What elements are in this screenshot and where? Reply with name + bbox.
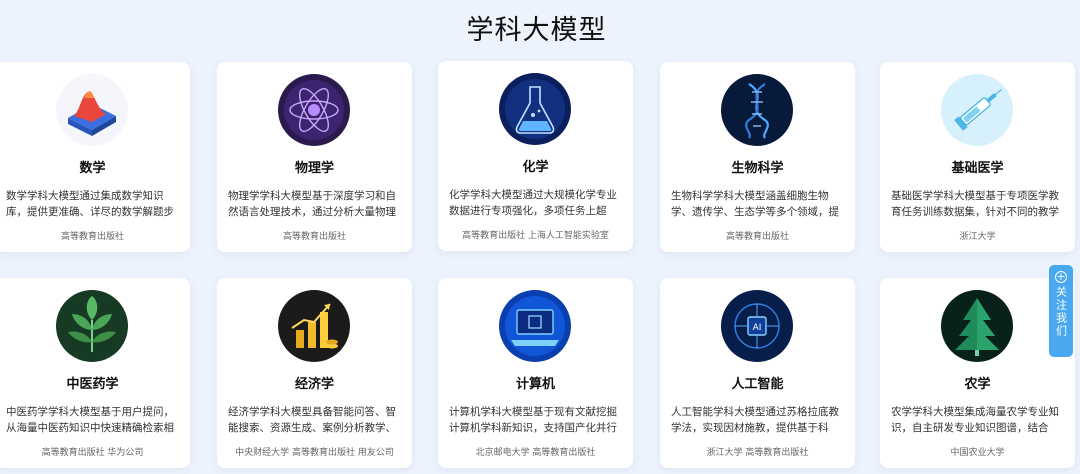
- card-publisher: 高等教育出版社 华为公司: [41, 448, 144, 458]
- card-publisher: 中央财经大学 高等教育出版社 用友公司: [235, 448, 394, 458]
- card-title: 经济学: [294, 377, 334, 392]
- card-economics[interactable]: 经济学 经济学学科大模型具备智能问答、智能搜索、资源生成、案例分析教学、报...…: [217, 278, 412, 468]
- card-publisher: 北京邮电大学 高等教育出版社: [475, 448, 596, 458]
- card-description: 经济学学科大模型具备智能问答、智能搜索、资源生成、案例分析教学、报...: [228, 406, 396, 434]
- card-publisher: 高等教育出版社: [282, 232, 346, 242]
- card-title: 计算机: [515, 377, 555, 392]
- card-agriculture[interactable]: 农学 农学学科大模型集成海量农学专业知识，自主研发专业知识图谱，结合思... 中…: [880, 278, 1075, 468]
- card-description: 生物科学学科大模型涵盖细胞生物学、遗传学、生态学等多个领域，提供全...: [671, 190, 839, 218]
- tree-icon: [941, 290, 1013, 362]
- coins-chart-icon: [278, 290, 350, 362]
- card-description: 化学学科大模型通过大规模化学专业数据进行专项强化，多项任务上超越...: [449, 189, 617, 217]
- leaf-icon: [56, 290, 128, 362]
- card-computer[interactable]: 计算机 计算机学科大模型基于现有文献挖掘计算机学科新知识，支持国产化并行开...…: [438, 278, 633, 468]
- card-description: 农学学科大模型集成海量农学专业知识，自主研发专业知识图谱，结合思...: [891, 406, 1059, 434]
- math-surface-icon: [56, 74, 128, 146]
- card-physics[interactable]: 物理学 物理学学科大模型基于深度学习和自然语言处理技术，通过分析大量物理学...…: [217, 62, 412, 252]
- card-description: 计算机学科大模型基于现有文献挖掘计算机学科新知识，支持国产化并行开...: [449, 406, 617, 434]
- card-description: 数学学科大模型通过集成数学知识库，提供更准确、详尽的数学解题步骤和...: [6, 190, 174, 218]
- card-description: 中医药学学科大模型基于用户提问，从海量中医药知识中快速精确检索相关...: [6, 406, 174, 434]
- card-title: 基础医学: [951, 161, 1004, 176]
- card-title: 数学: [79, 161, 106, 176]
- card-biology[interactable]: 生物科学 生物科学学科大模型涵盖细胞生物学、遗传学、生态学等多个领域，提供全..…: [660, 62, 855, 252]
- card-ai[interactable]: AI 人工智能 人工智能学科大模型通过苏格拉底教学法，实现因材施教，提供基于科普…: [660, 278, 855, 468]
- card-title: 物理学: [294, 161, 334, 176]
- card-publisher: 高等教育出版社 上海人工智能实验室: [462, 231, 609, 241]
- card-title: 化学: [522, 160, 549, 175]
- follow-us-label: 关注我们: [1054, 286, 1068, 338]
- card-description: 物理学学科大模型基于深度学习和自然语言处理技术，通过分析大量物理学...: [228, 190, 396, 218]
- plus-circle-icon: +: [1055, 270, 1067, 283]
- card-description: 基础医学学科大模型基于专项医学教育任务训练数据集，针对不同的教学场...: [891, 190, 1059, 218]
- card-description: 人工智能学科大模型通过苏格拉底教学法，实现因材施教，提供基于科普、...: [671, 406, 839, 434]
- card-title: 中医药学: [66, 377, 119, 392]
- card-publisher: 高等教育出版社: [60, 232, 124, 242]
- card-title: 人工智能: [731, 377, 784, 392]
- card-title: 农学: [964, 377, 991, 392]
- card-basic-medicine[interactable]: 基础医学 基础医学学科大模型基于专项医学教育任务训练数据集，针对不同的教学场..…: [880, 62, 1075, 252]
- page: 学科大模型 数学 数学学科大模型通过集成数学知识库，提供更准确、详尽的数学解题步…: [0, 0, 1080, 474]
- atom-icon: [278, 74, 350, 146]
- card-chemistry[interactable]: 化学 化学学科大模型通过大规模化学专业数据进行专项强化，多项任务上超越... 高…: [438, 61, 633, 251]
- svg-text:AI: AI: [753, 323, 762, 333]
- flask-icon: [499, 73, 571, 145]
- syringe-icon: [941, 74, 1013, 146]
- card-tcm[interactable]: 中医药学 中医药学学科大模型基于用户提问，从海量中医药知识中快速精确检索相关..…: [0, 278, 190, 468]
- page-title: 学科大模型: [466, 15, 607, 46]
- card-publisher: 高等教育出版社: [725, 232, 789, 242]
- card-publisher: 浙江大学: [959, 232, 996, 242]
- follow-us-button[interactable]: + 关注我们: [1049, 265, 1073, 357]
- ai-chip-icon: AI: [721, 290, 793, 362]
- card-publisher: 中国农业大学: [950, 448, 1005, 458]
- card-publisher: 浙江大学 高等教育出版社: [706, 448, 809, 458]
- card-math[interactable]: 数学 数学学科大模型通过集成数学知识库，提供更准确、详尽的数学解题步骤和... …: [0, 62, 190, 252]
- dna-icon: [721, 74, 793, 146]
- laptop-icon: [499, 290, 571, 362]
- card-title: 生物科学: [731, 161, 784, 176]
